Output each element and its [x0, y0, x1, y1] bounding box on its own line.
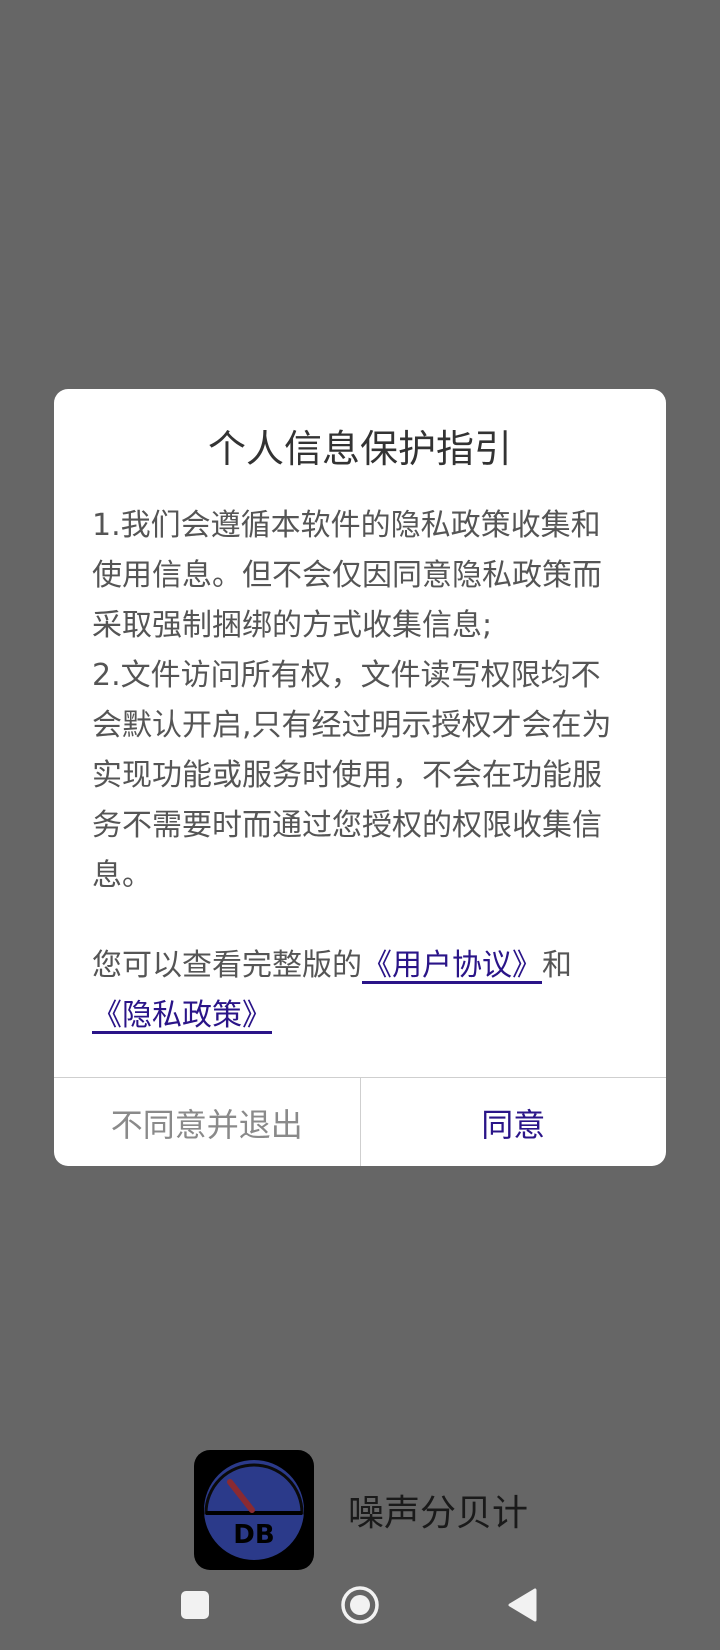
notice-and: 和 [542, 948, 572, 983]
navigation-bar [0, 1570, 720, 1640]
dialog-body: 1.我们会遵循本软件的隐私政策收集和使用信息。但不会仅因同意隐私政策而采取强制捆… [92, 501, 628, 1041]
policy-paragraph-2: 2.文件访问所有权，文件读写权限均不会默认开启,只有经过明示授权才会在为实现功能… [92, 658, 612, 893]
dialog-button-row: 不同意并退出 同意 [54, 1077, 666, 1166]
decibel-meter-icon: DB [194, 1450, 314, 1570]
notice-prefix: 您可以查看完整版的 [92, 948, 362, 983]
triangle-back-icon [508, 1588, 537, 1622]
policy-paragraph-1: 1.我们会遵循本软件的隐私政策收集和使用信息。但不会仅因同意隐私政策而采取强制捆… [92, 508, 602, 643]
privacy-policy-link[interactable]: 《隐私政策》 [92, 998, 272, 1033]
app-icon-graphic: DB [202, 1458, 306, 1562]
app-info: DB 噪声分贝计 [194, 1450, 528, 1570]
dialog-title: 个人信息保护指引 [207, 427, 512, 471]
disagree-exit-button[interactable]: 不同意并退出 [54, 1078, 361, 1166]
back-button[interactable] [487, 1570, 557, 1640]
app-name: 噪声分贝计 [348, 1493, 529, 1534]
user-agreement-link[interactable]: 《用户协议》 [362, 948, 542, 983]
circle-icon [341, 1586, 379, 1624]
square-icon [181, 1591, 209, 1619]
agreement-notice: 您可以查看完整版的《用户协议》和《隐私政策》 [92, 941, 628, 1041]
home-button[interactable] [325, 1570, 395, 1640]
privacy-dialog: 个人信息保护指引 1.我们会遵循本软件的隐私政策收集和使用信息。但不会仅因同意隐… [54, 389, 666, 1166]
recents-button[interactable] [160, 1570, 230, 1640]
app-icon-label: DB [233, 1520, 274, 1550]
agree-button[interactable]: 同意 [361, 1078, 667, 1166]
